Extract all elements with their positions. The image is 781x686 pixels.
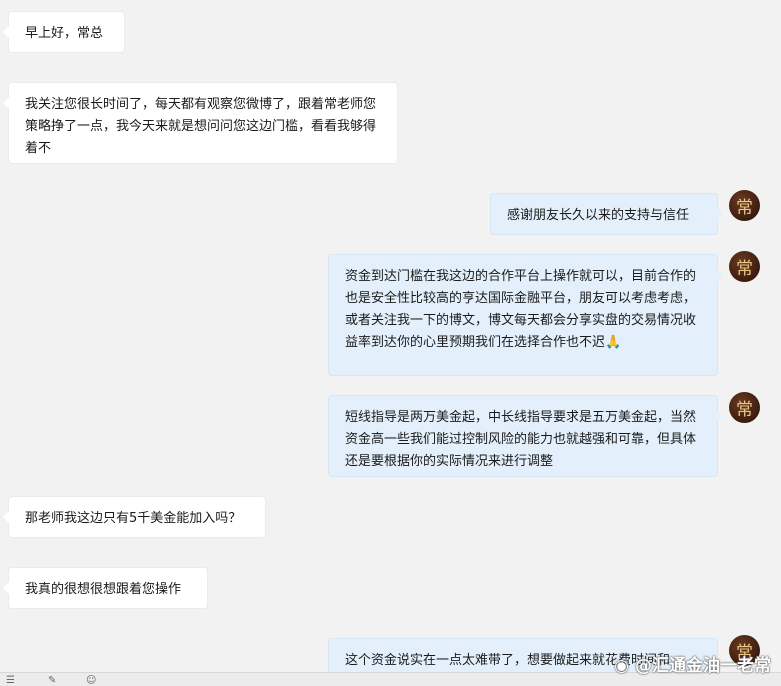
message-text: 我关注您很长时间了，每天都有观察您微博了，跟着常老师您策略挣了一点，我今天来就是… xyxy=(25,97,377,156)
avatar[interactable]: 常 xyxy=(729,392,760,423)
message-text: 短线指导是两万美金起，中长线指导要求是五万美金起，当然资金高一些我们能过控制风险… xyxy=(345,410,697,469)
message-bubble-incoming: 那老师我这边只有5千美金能加入吗？ xyxy=(3,496,266,538)
message-text: 早上好，常总 xyxy=(25,26,104,41)
message-bubble-outgoing: 短线指导是两万美金起，中长线指导要求是五万美金起，当然资金高一些我们能过控制风险… xyxy=(328,395,723,477)
message-text: 那老师我这边只有5千美金能加入吗？ xyxy=(25,511,242,526)
message-bubble-outgoing: 资金到达门槛在我这边的合作平台上操作就可以，目前合作的也是安全性比较高的亨达国际… xyxy=(328,254,723,376)
avatar-glyph: 常 xyxy=(736,198,753,218)
watermark: ◉ @汇通金油一老常 xyxy=(614,651,771,676)
message-bubble-outgoing: 感谢朋友长久以来的支持与信任 xyxy=(490,193,723,235)
weibo-icon: ◉ xyxy=(614,656,629,676)
chat-message-list[interactable]: 早上好，常总 我关注您很长时间了，每天都有观察您微博了，跟着常老师您策略挣了一点… xyxy=(0,0,781,685)
watermark-text: @汇通金油一老常 xyxy=(635,656,771,676)
avatar-glyph: 常 xyxy=(736,259,753,279)
message-bubble-incoming: 早上好，常总 xyxy=(3,11,125,53)
message-bubble-incoming: 我真的很想很想跟着您操作 xyxy=(3,567,208,609)
message-bubble-incoming: 我关注您很长时间了，每天都有观察您微博了，跟着常老师您策略挣了一点，我今天来就是… xyxy=(3,82,398,164)
message-text: 感谢朋友长久以来的支持与信任 xyxy=(507,208,690,223)
avatar[interactable]: 常 xyxy=(729,190,760,221)
avatar-glyph: 常 xyxy=(736,400,753,420)
avatar[interactable]: 常 xyxy=(729,251,760,282)
message-text: 我真的很想很想跟着您操作 xyxy=(25,582,182,597)
message-text: 资金到达门槛在我这边的合作平台上操作就可以，目前合作的也是安全性比较高的亨达国际… xyxy=(345,269,697,350)
